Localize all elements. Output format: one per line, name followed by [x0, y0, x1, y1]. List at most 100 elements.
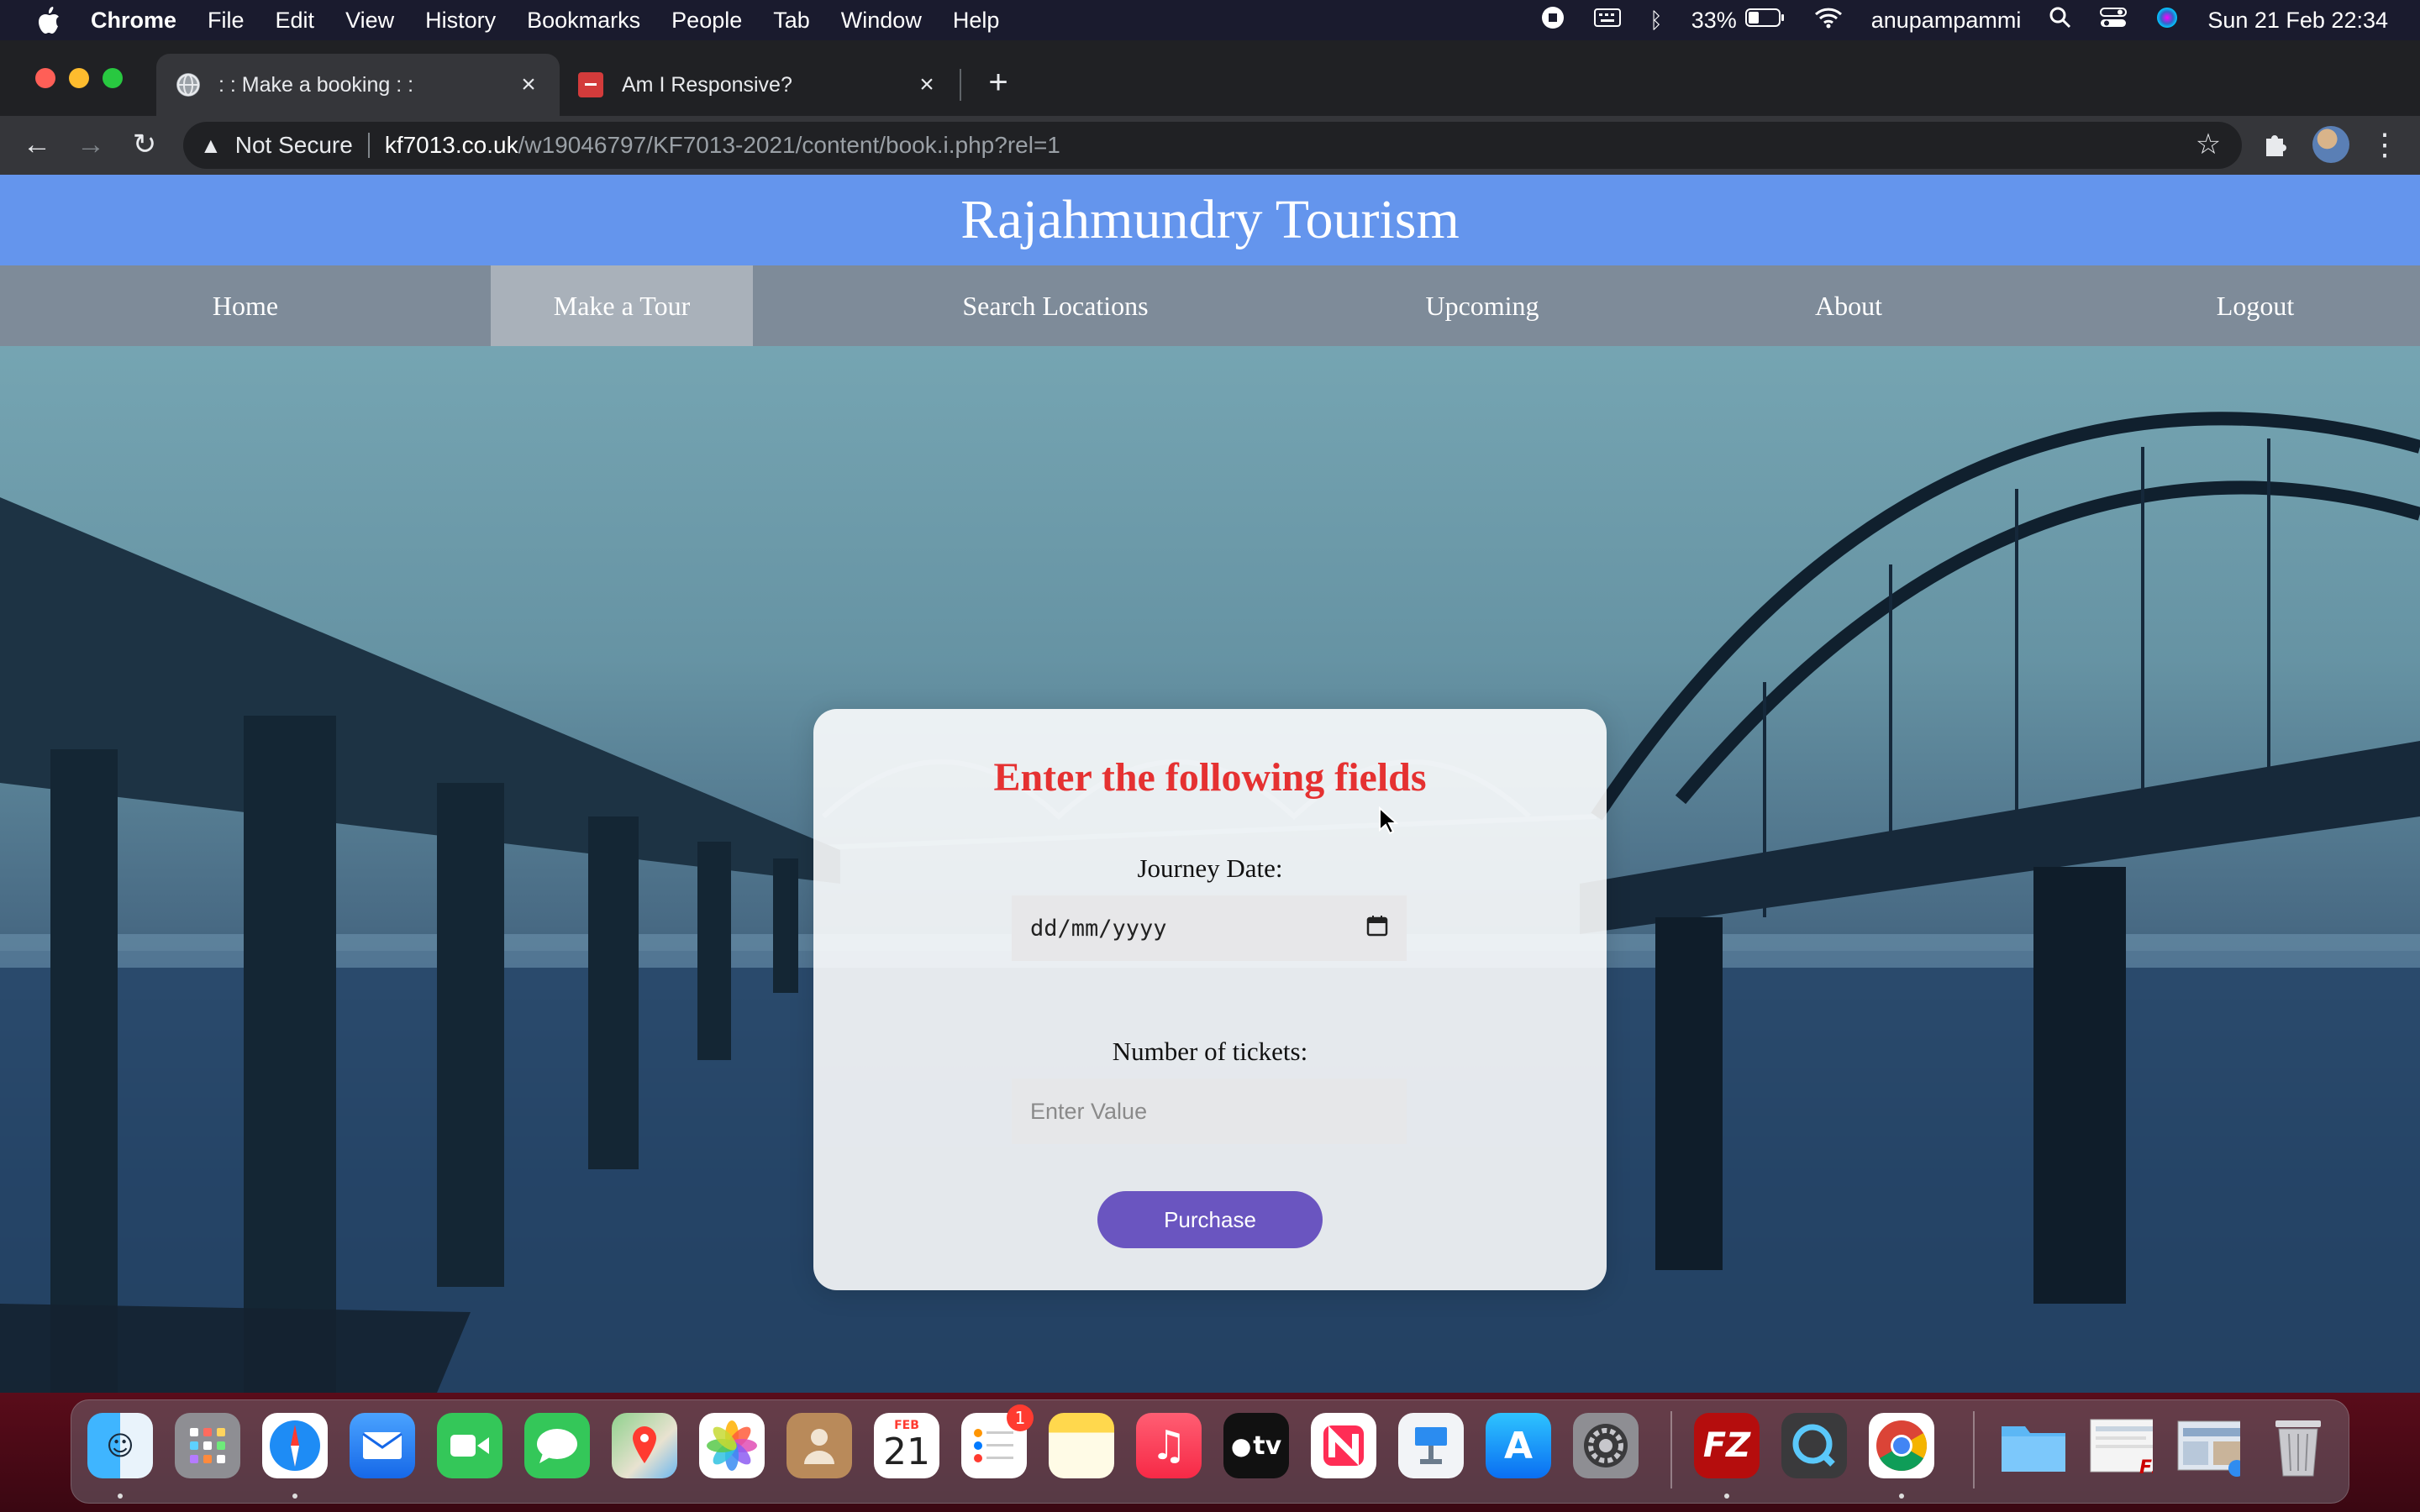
nav-label: Make a Tour [553, 290, 691, 321]
tickets-placeholder: Enter Value [1030, 1098, 1148, 1124]
tab-divider [960, 69, 961, 101]
trash-bin-icon[interactable] [2265, 1413, 2331, 1478]
battery-icon[interactable] [1744, 8, 1786, 34]
menu-user-name[interactable]: anupampammi [1871, 8, 2022, 34]
finder-icon[interactable]: ☺ [87, 1413, 153, 1478]
menu-view[interactable]: View [345, 8, 394, 34]
screen-record-icon[interactable] [1540, 5, 1565, 36]
form-title: Enter the following fields [993, 755, 1427, 800]
control-center-icon[interactable] [2100, 7, 2128, 34]
tab-close-icon[interactable]: × [514, 71, 543, 99]
maps-pin-icon[interactable] [612, 1413, 677, 1478]
address-bar[interactable]: ▲ Not Secure kf7013.co.uk/w19046797/KF70… [183, 122, 2242, 169]
forward-arrow-icon[interactable]: → [72, 126, 109, 163]
running-indicator [118, 1494, 123, 1499]
back-arrow-icon[interactable]: ← [18, 126, 55, 163]
journey-date-input[interactable]: dd/mm/yyyy [1012, 895, 1407, 961]
url-path: /w19046797/KF7013-2021/content/book.i.ph… [518, 132, 1060, 158]
mail-envelope-icon[interactable] [350, 1413, 415, 1478]
dock-divider [1973, 1411, 1975, 1488]
menu-history[interactable]: History [425, 8, 496, 34]
site-favicon-icon [578, 72, 603, 97]
bluetooth-icon[interactable]: ᛒ [1649, 8, 1663, 34]
nav-label: About [1815, 290, 1882, 321]
reload-icon[interactable]: ↻ [126, 126, 163, 163]
tab-close-icon[interactable]: × [913, 71, 941, 99]
calendar-icon[interactable] [1366, 915, 1388, 942]
news-icon[interactable] [1311, 1413, 1376, 1478]
url-host: kf7013.co.uk [384, 132, 518, 158]
app-store-icon[interactable]: A [1486, 1413, 1551, 1478]
menu-tab[interactable]: Tab [773, 8, 810, 34]
desktop-stack-icon[interactable] [2175, 1413, 2240, 1478]
safari-compass-icon[interactable] [262, 1413, 328, 1478]
window-minimize-button[interactable] [69, 68, 89, 88]
window-close-button[interactable] [35, 68, 55, 88]
siri-icon[interactable] [2155, 6, 2179, 35]
menu-window[interactable]: Window [841, 8, 922, 34]
nav-make-a-tour[interactable]: Make a Tour [491, 265, 753, 346]
quicktime-icon[interactable] [1781, 1413, 1847, 1478]
music-note-icon[interactable]: ♫ [1136, 1413, 1202, 1478]
menu-help[interactable]: Help [953, 8, 1000, 34]
nav-logout[interactable]: Logout [2091, 265, 2420, 346]
tab-am-i-responsive[interactable]: Am I Responsive? × [563, 54, 958, 116]
tab-title: : : Make a booking : : [218, 72, 414, 97]
new-tab-plus-icon[interactable]: + [981, 66, 1015, 99]
calendar-icon[interactable]: FEB 21 [874, 1413, 939, 1478]
running-indicator [292, 1494, 297, 1499]
more-menu-icon[interactable]: ⋮ [2370, 126, 2400, 163]
booking-form-card: Enter the following fields Journey Date:… [813, 709, 1607, 1290]
menu-bookmarks[interactable]: Bookmarks [527, 8, 640, 34]
spotlight-search-icon[interactable] [2049, 7, 2071, 34]
globe-icon [176, 73, 200, 97]
apple-menu-icon[interactable] [32, 3, 66, 37]
calendar-day: 21 [883, 1431, 930, 1473]
menu-clock[interactable]: Sun 21 Feb 22:34 [2207, 8, 2388, 34]
tab-title: Am I Responsive? [622, 72, 792, 97]
menu-people[interactable]: People [671, 8, 742, 34]
purchase-button-label: Purchase [1164, 1206, 1256, 1232]
facetime-video-icon[interactable] [437, 1413, 502, 1478]
nav-label: Upcoming [1425, 290, 1539, 321]
notes-pad-icon[interactable] [1049, 1413, 1114, 1478]
documents-stack-icon[interactable]: Fz [2087, 1413, 2153, 1478]
nav-search-locations[interactable]: Search Locations [753, 265, 1358, 346]
keynote-podium-icon[interactable] [1398, 1413, 1464, 1478]
filezilla-icon[interactable]: FZ [1694, 1413, 1760, 1478]
bookmark-star-icon[interactable]: ☆ [2191, 128, 2225, 161]
nav-about[interactable]: About [1607, 265, 2091, 346]
launchpad-icon[interactable] [175, 1413, 240, 1478]
reminders-list-icon[interactable]: 1 [961, 1404, 1034, 1478]
nav-label: Home [212, 290, 279, 321]
warning-triangle-icon[interactable]: ▲ [200, 133, 222, 159]
downloads-folder-icon[interactable] [2000, 1413, 2065, 1478]
nav-upcoming[interactable]: Upcoming [1358, 265, 1607, 346]
site-title: Rajahmundry Tourism [960, 189, 1460, 250]
nav-home[interactable]: Home [0, 265, 491, 346]
menu-file[interactable]: File [208, 8, 245, 34]
apple-tv-icon[interactable]: ● tv [1223, 1413, 1289, 1478]
chrome-icon[interactable] [1869, 1413, 1934, 1478]
security-label[interactable]: Not Secure [235, 132, 353, 159]
photos-flower-icon[interactable] [699, 1413, 765, 1478]
window-zoom-button[interactable] [103, 68, 123, 88]
contacts-person-icon[interactable] [786, 1413, 852, 1478]
nav-label: Logout [2216, 290, 2295, 321]
wifi-icon[interactable] [1814, 7, 1843, 34]
purchase-button[interactable]: Purchase [1097, 1191, 1323, 1248]
tab-make-a-booking[interactable]: : : Make a booking : : × [156, 54, 560, 116]
menu-edit[interactable]: Edit [276, 8, 315, 34]
running-indicator [1899, 1494, 1904, 1499]
extensions-puzzle-icon[interactable] [2259, 126, 2292, 163]
tickets-input[interactable]: Enter Value [1012, 1079, 1407, 1144]
messages-bubble-icon[interactable] [524, 1413, 590, 1478]
profile-avatar[interactable] [2312, 126, 2349, 163]
system-preferences-gear-icon[interactable] [1573, 1413, 1639, 1478]
tv-label: tv [1253, 1431, 1282, 1461]
filezilla-label: FZ [1702, 1426, 1751, 1465]
page-viewport: Rajahmundry Tourism Home Make a Tour Sea… [0, 175, 2420, 1393]
mouse-pointer-icon [1378, 806, 1399, 835]
menu-app-name[interactable]: Chrome [91, 8, 176, 34]
keyboard-icon[interactable] [1594, 7, 1622, 34]
